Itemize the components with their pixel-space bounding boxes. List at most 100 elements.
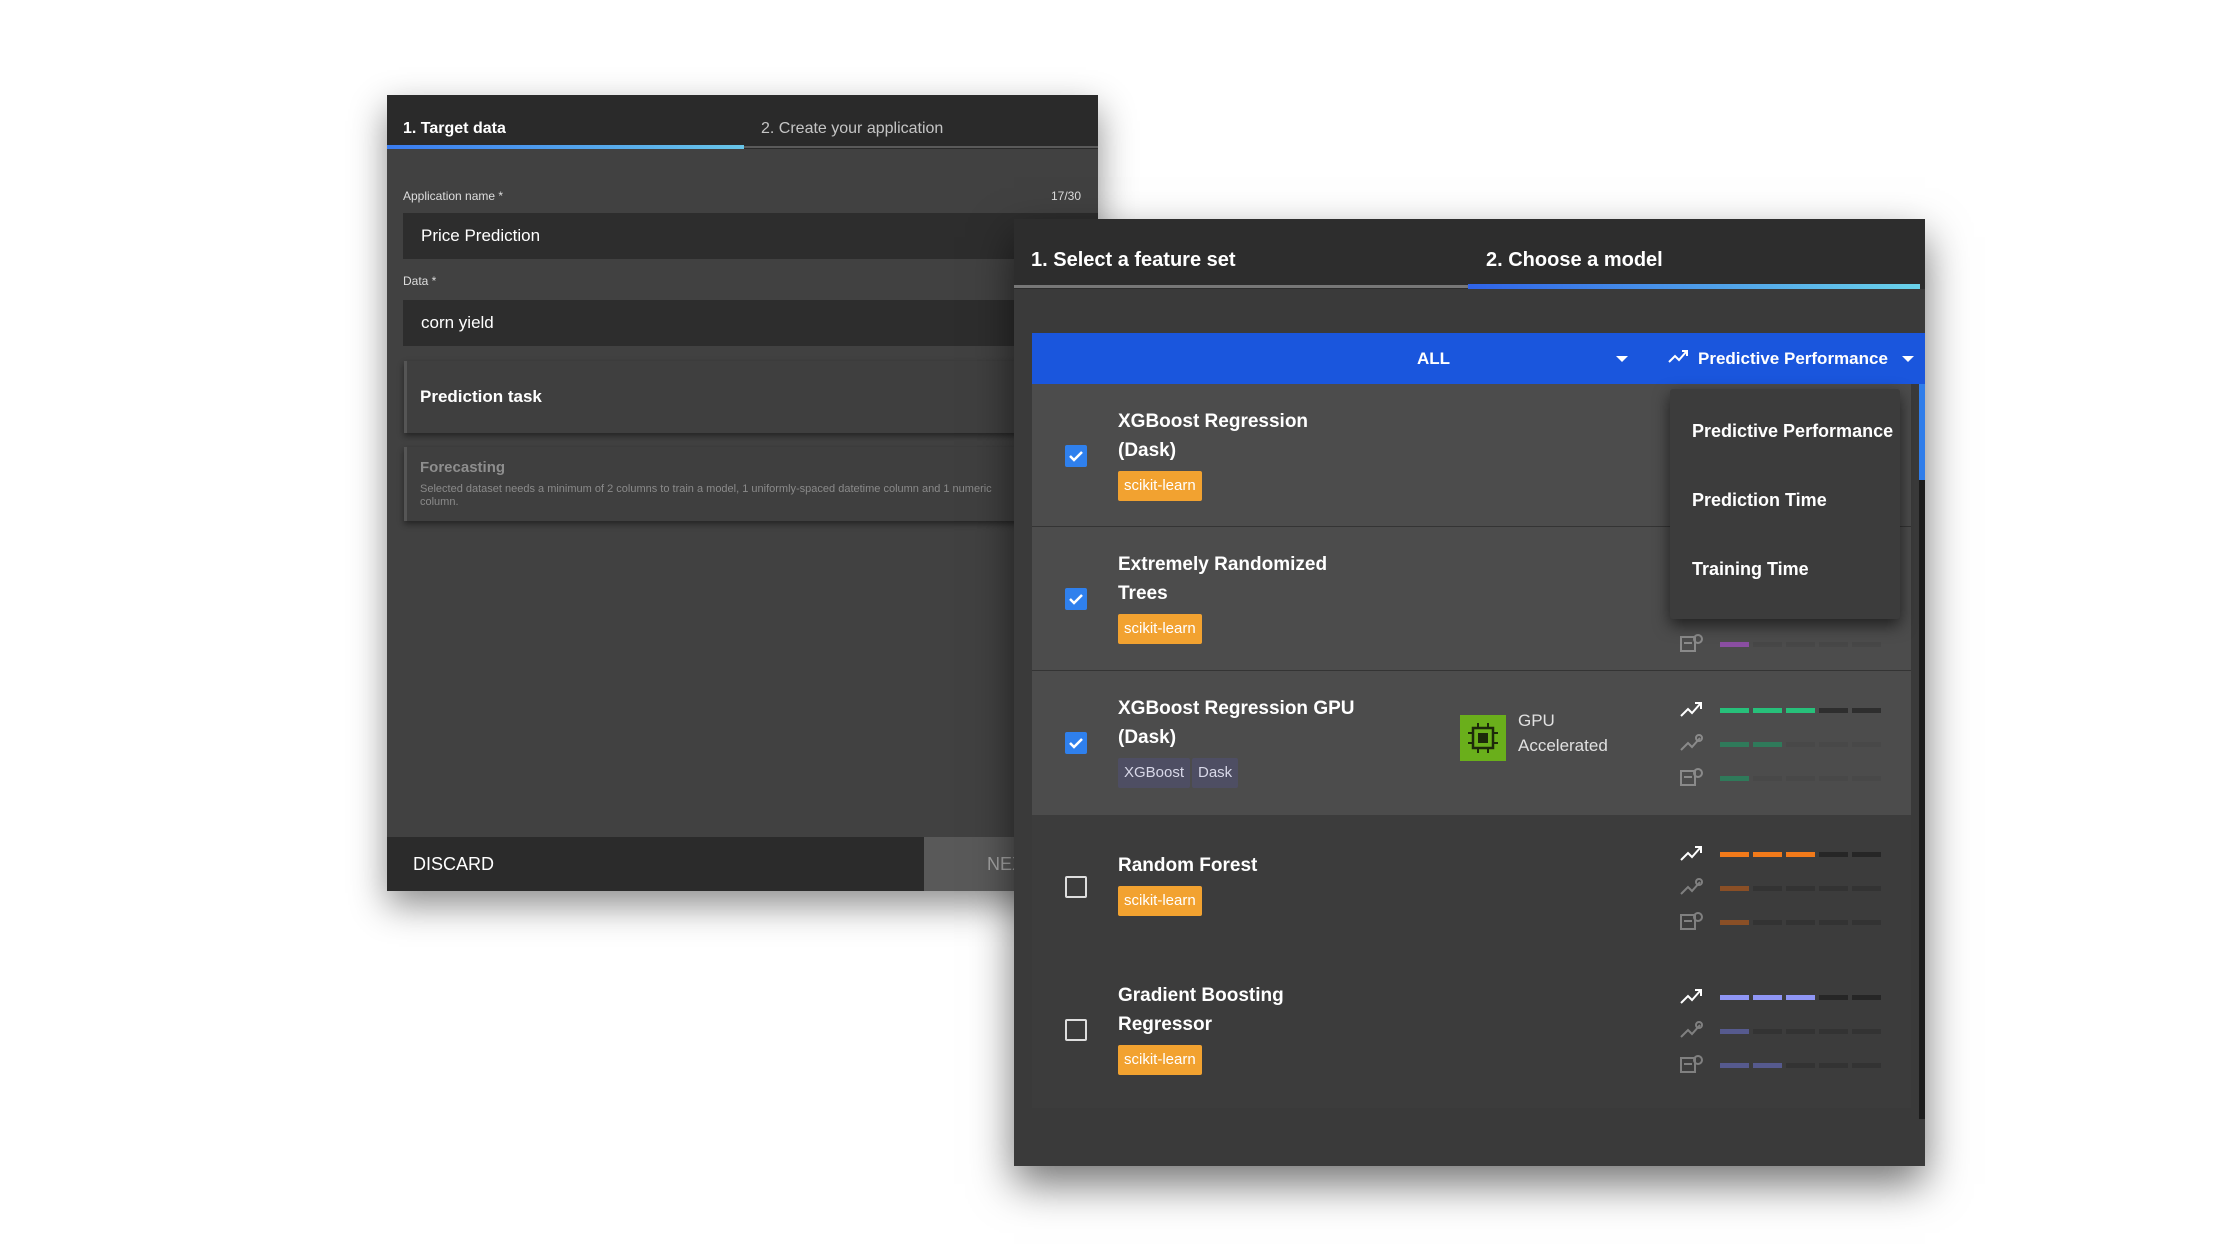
sort-dropdown[interactable]: Predictive Performance	[1698, 333, 1888, 384]
gpu-accelerated-label: GPU Accelerated	[1518, 708, 1608, 758]
metric-segment	[1720, 852, 1749, 857]
sort-dropdown-menu: Predictive Performance Prediction Time T…	[1670, 389, 1900, 619]
gpu-chip-icon	[1460, 715, 1506, 761]
metric-segment	[1753, 776, 1782, 781]
model-name-line: Random Forest	[1118, 855, 1258, 876]
metric-segment	[1720, 708, 1749, 713]
discard-button[interactable]: DISCARD	[413, 837, 494, 891]
tab-choose-model[interactable]: 2. Choose a model	[1486, 219, 1663, 289]
metric-segment	[1786, 1063, 1815, 1068]
metric-segment	[1852, 886, 1881, 891]
metric-segment	[1819, 852, 1848, 857]
tab-create-application[interactable]: 2. Create your application	[761, 95, 943, 149]
metric-segment	[1819, 776, 1848, 781]
metric-segment	[1753, 1063, 1782, 1068]
tab-rule	[744, 146, 1098, 148]
metric-segment	[1852, 1063, 1881, 1068]
metric-segment	[1720, 1029, 1749, 1034]
list-item[interactable]: XGBoost Regression GPU (Dask) XGBoost Da…	[1032, 671, 1911, 815]
metric-segment	[1753, 742, 1782, 747]
metric-segment	[1819, 1029, 1848, 1034]
menu-item-predictive-performance[interactable]: Predictive Performance	[1692, 421, 1893, 442]
forecasting-description: Selected dataset needs a minimum of 2 co…	[420, 483, 992, 508]
library-tag: scikit-learn	[1118, 614, 1202, 644]
metric-segment	[1819, 886, 1848, 891]
performance-icon	[1680, 846, 1702, 861]
list-item[interactable]: Random Forest scikit-learn	[1032, 815, 1911, 958]
active-tab-underline	[387, 145, 744, 149]
app-name-input[interactable]: Price Prediction	[403, 213, 1098, 259]
metric-segment	[1852, 995, 1881, 1000]
training-time-icon	[1680, 768, 1703, 786]
library-tag: scikit-learn	[1118, 1045, 1202, 1075]
metric-segment	[1852, 920, 1881, 925]
model-name-line: Regressor	[1118, 1014, 1212, 1035]
metric-segment	[1753, 920, 1782, 925]
model-name-line: XGBoost Regression	[1118, 411, 1309, 432]
model-checkbox[interactable]	[1065, 1019, 1087, 1041]
model-name: XGBoost Regression (Dask)	[1118, 407, 1338, 465]
library-tag: XGBoost	[1118, 758, 1191, 788]
model-name-line: XGBoost Regression GPU	[1118, 698, 1355, 719]
metric-segment	[1852, 742, 1881, 747]
model-checkbox[interactable]	[1065, 588, 1087, 610]
model-checkbox[interactable]	[1065, 876, 1087, 898]
tab-target-data[interactable]: 1. Target data	[403, 95, 506, 149]
create-application-panel: 1. Target data 2. Create your applicatio…	[387, 95, 1098, 891]
app-name-value: Price Prediction	[421, 226, 541, 245]
active-tab-underline	[1468, 284, 1920, 289]
training-time-icon	[1680, 912, 1703, 930]
chevron-down-icon[interactable]	[1616, 356, 1628, 362]
chevron-down-icon[interactable]	[1902, 356, 1914, 362]
menu-item-training-time[interactable]: Training Time	[1692, 559, 1809, 580]
library-tag: scikit-learn	[1118, 471, 1202, 501]
metric-segment	[1720, 920, 1749, 925]
metric-segment	[1720, 776, 1749, 781]
forecasting-card[interactable]: Forecasting Selected dataset needs a min…	[404, 447, 1098, 521]
prediction-time-icon	[1680, 734, 1703, 751]
metric-segment	[1753, 642, 1782, 647]
scrollbar-thumb[interactable]	[1919, 384, 1925, 480]
data-label: Data *	[403, 274, 437, 288]
metric-segment	[1720, 886, 1749, 891]
metric-segment	[1786, 1029, 1815, 1034]
metric-segment	[1786, 742, 1815, 747]
model-name-line: (Dask)	[1118, 727, 1177, 748]
prediction-task-card[interactable]: Prediction task	[404, 361, 1098, 433]
metric-segment	[1753, 886, 1782, 891]
model-name-line: Gradient Boosting	[1118, 985, 1284, 1006]
metric-segment	[1819, 742, 1848, 747]
metric-segment	[1786, 776, 1815, 781]
model-checkbox[interactable]	[1065, 445, 1087, 467]
menu-item-prediction-time[interactable]: Prediction Time	[1692, 490, 1827, 511]
metric-segment	[1852, 776, 1881, 781]
metric-segment	[1819, 920, 1848, 925]
metric-segment	[1786, 852, 1815, 857]
training-time-icon	[1680, 1055, 1703, 1073]
model-name: Gradient Boosting Regressor	[1118, 981, 1338, 1039]
list-item[interactable]: Gradient Boosting Regressor scikit-learn	[1032, 958, 1911, 1108]
model-checkbox[interactable]	[1065, 732, 1087, 754]
scrollbar-track[interactable]	[1919, 384, 1925, 1119]
back-footer: DISCARD NEXT	[387, 837, 1098, 891]
front-tabs: 1. Select a feature set 2. Choose a mode…	[1014, 219, 1925, 289]
back-tabs: 1. Target data 2. Create your applicatio…	[387, 95, 1098, 149]
metric-segment	[1786, 920, 1815, 925]
check-icon	[1069, 594, 1083, 605]
tab-select-feature-set[interactable]: 1. Select a feature set	[1031, 219, 1236, 289]
metric-segment	[1852, 642, 1881, 647]
model-name: XGBoost Regression GPU (Dask)	[1118, 694, 1378, 752]
metric-segment	[1786, 708, 1815, 713]
model-name-line: Extremely Randomized	[1118, 554, 1328, 575]
prediction-time-icon	[1680, 878, 1703, 895]
data-select[interactable]: corn yield	[403, 300, 1098, 346]
metric-segment	[1786, 886, 1815, 891]
metric-segment	[1819, 1063, 1848, 1068]
filter-sort-bar: ALL Predictive Performance	[1032, 333, 1925, 384]
choose-model-panel: 1. Select a feature set 2. Choose a mode…	[1014, 219, 1925, 1166]
training-time-icon	[1680, 634, 1703, 652]
prediction-time-icon	[1680, 1021, 1703, 1038]
app-name-label: Application name *	[403, 189, 504, 203]
metric-segment	[1720, 995, 1749, 1000]
filter-dropdown[interactable]: ALL	[1417, 333, 1450, 384]
